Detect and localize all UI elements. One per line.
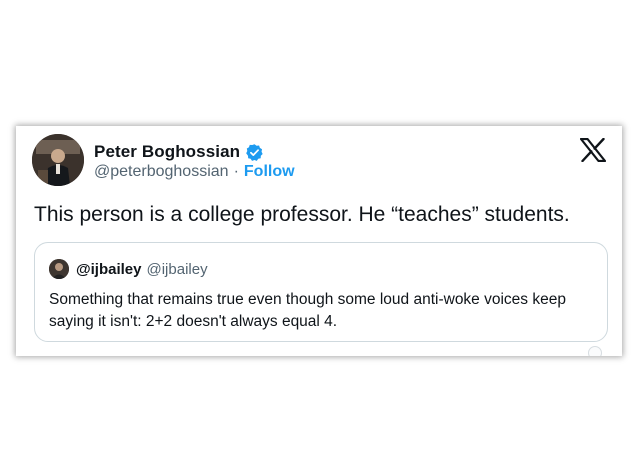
author-handle[interactable]: @peterboghossian [94, 163, 229, 181]
quoted-author-handle[interactable]: @ijbailey [147, 261, 208, 278]
author-name-row: Peter Boghossian [94, 140, 264, 164]
author-avatar[interactable] [32, 134, 84, 186]
quoted-tweet-header: @ijbailey @ijbailey [49, 259, 208, 279]
author-handle-row: @peterboghossian · Follow [94, 163, 295, 181]
verified-badge-icon [245, 143, 264, 162]
quoted-tweet[interactable]: @ijbailey @ijbailey Something that remai… [34, 242, 608, 342]
quoted-author-name[interactable]: @ijbailey [76, 261, 142, 278]
author-name[interactable]: Peter Boghossian [94, 142, 240, 162]
follow-button[interactable]: Follow [244, 163, 295, 181]
separator-dot: · [233, 163, 239, 180]
partial-icon [588, 346, 602, 356]
avatar-photo [32, 134, 84, 186]
x-logo-icon[interactable] [579, 137, 607, 163]
quoted-tweet-text: Something that remains true even though … [49, 291, 566, 330]
quoted-author-avatar [49, 259, 69, 279]
tweet-card: Peter Boghossian @peterboghossian · Foll… [16, 126, 622, 356]
tweet-text: This person is a college professor. He “… [34, 203, 570, 226]
